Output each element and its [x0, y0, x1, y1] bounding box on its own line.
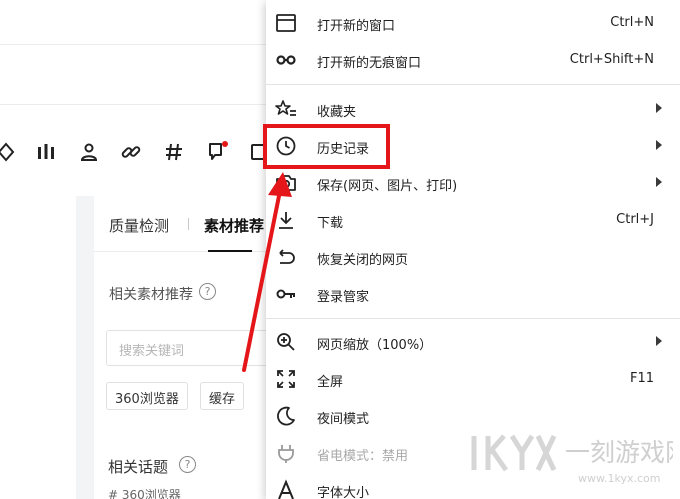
submenu-arrow-icon	[656, 103, 662, 113]
menu-item-label: 省电模式：禁用	[317, 449, 409, 464]
menu-item-label: 恢复关闭的网页	[317, 253, 409, 268]
diamond-icon[interactable]	[0, 140, 18, 164]
flag-icon[interactable]	[205, 140, 229, 164]
shortcut-label: Ctrl+J	[616, 212, 654, 227]
history-highlight-box	[263, 124, 390, 169]
menu-item-label: 收藏夹	[317, 105, 357, 120]
related-material-title: 相关素材推荐	[109, 287, 193, 303]
link-icon[interactable]	[119, 140, 143, 164]
menu-item-label: 打开新的窗口	[317, 19, 396, 34]
sidebar-panel: 质量检测 素材推荐 相关素材推荐 ? 搜索关键词 360浏览器 缓存 相关话题 …	[94, 196, 280, 499]
font-icon	[275, 479, 297, 499]
menu-item-label: 网页缩放（100%）	[317, 338, 433, 353]
svg-text:www.1kyx.com: www.1kyx.com	[578, 472, 660, 485]
submenu-arrow-icon	[656, 177, 662, 187]
incognito-icon	[275, 49, 297, 71]
menu-item-label: 夜间模式	[317, 412, 370, 427]
search-input[interactable]: 搜索关键词	[106, 330, 276, 366]
bar-chart-icon[interactable]	[34, 140, 58, 164]
fullscreen-icon	[275, 368, 297, 390]
menu-item-save[interactable]: 保存(网页、图片、打印)	[266, 165, 680, 202]
zoom-icon	[275, 331, 297, 353]
restore-icon	[275, 246, 297, 268]
chip-cache[interactable]: 缓存	[200, 382, 245, 410]
tab-quality-check[interactable]: 质量检测	[109, 215, 169, 236]
plug-icon	[275, 442, 297, 464]
menu-item-download[interactable]: 下载 Ctrl+J	[266, 202, 680, 239]
menu-item-label: 字体大小	[317, 486, 370, 499]
related-topics-title: 相关话题	[108, 458, 169, 476]
shortcut-label: F11	[629, 371, 654, 386]
menu-item-fullscreen[interactable]: 全屏 F11	[266, 361, 680, 398]
menu-item-label: 保存(网页、图片、打印)	[317, 179, 458, 194]
topic-item[interactable]: # 360浏览器	[108, 486, 181, 499]
watermark-logo: 一刻游戏网 www.1kyx.com	[471, 434, 680, 485]
submenu-arrow-icon	[656, 336, 662, 346]
menu-item-zoom[interactable]: 网页缩放（100%）	[266, 324, 680, 361]
download-icon	[275, 209, 297, 231]
editor-toolbar	[0, 134, 270, 170]
menu-separator	[266, 318, 680, 319]
tab-separator	[188, 218, 189, 230]
menu-item-new-window[interactable]: 打开新的窗口 Ctrl+N	[266, 5, 680, 42]
left-pane	[0, 196, 76, 499]
menu-item-favorites[interactable]: 收藏夹	[266, 91, 680, 128]
panel-tabs: 质量检测 素材推荐	[94, 196, 280, 252]
menu-item-new-incognito-window[interactable]: 打开新的无痕窗口 Ctrl+Shift+N	[266, 42, 680, 79]
shortcut-label: Ctrl+Shift+N	[569, 52, 654, 67]
chip-360-browser[interactable]: 360浏览器	[106, 382, 188, 410]
star-list-icon	[275, 98, 297, 120]
active-tab-indicator	[208, 250, 252, 252]
submenu-arrow-icon	[656, 140, 662, 150]
menu-item-restore-closed[interactable]: 恢复关闭的网页	[266, 239, 680, 276]
menu-separator	[266, 84, 680, 85]
menu-item-login-manager[interactable]: 登录管家	[266, 276, 680, 313]
menu-item-label: 登录管家	[317, 290, 370, 305]
key-icon	[275, 283, 297, 305]
menu-item-label: 下载	[317, 216, 344, 231]
camera-icon	[275, 172, 297, 194]
pane-divider	[76, 196, 94, 499]
menu-item-label: 全屏	[317, 375, 344, 390]
moon-icon	[275, 405, 297, 427]
person-icon[interactable]	[77, 140, 101, 164]
tab-material-recommend[interactable]: 素材推荐	[204, 215, 264, 236]
hashtag-icon[interactable]	[162, 140, 186, 164]
help-icon[interactable]: ?	[199, 283, 216, 300]
svg-text:一刻游戏网: 一刻游戏网	[565, 438, 673, 467]
browser-context-menu: 打开新的窗口 Ctrl+N 打开新的无痕窗口 Ctrl+Shift+N 收藏夹 …	[266, 0, 680, 499]
watermark: 一刻游戏网 www.1kyx.com	[468, 428, 680, 494]
shortcut-label: Ctrl+N	[610, 15, 654, 30]
menu-item-label: 打开新的无痕窗口	[317, 56, 422, 71]
help-icon[interactable]: ?	[179, 456, 196, 473]
new-window-icon	[275, 12, 297, 34]
